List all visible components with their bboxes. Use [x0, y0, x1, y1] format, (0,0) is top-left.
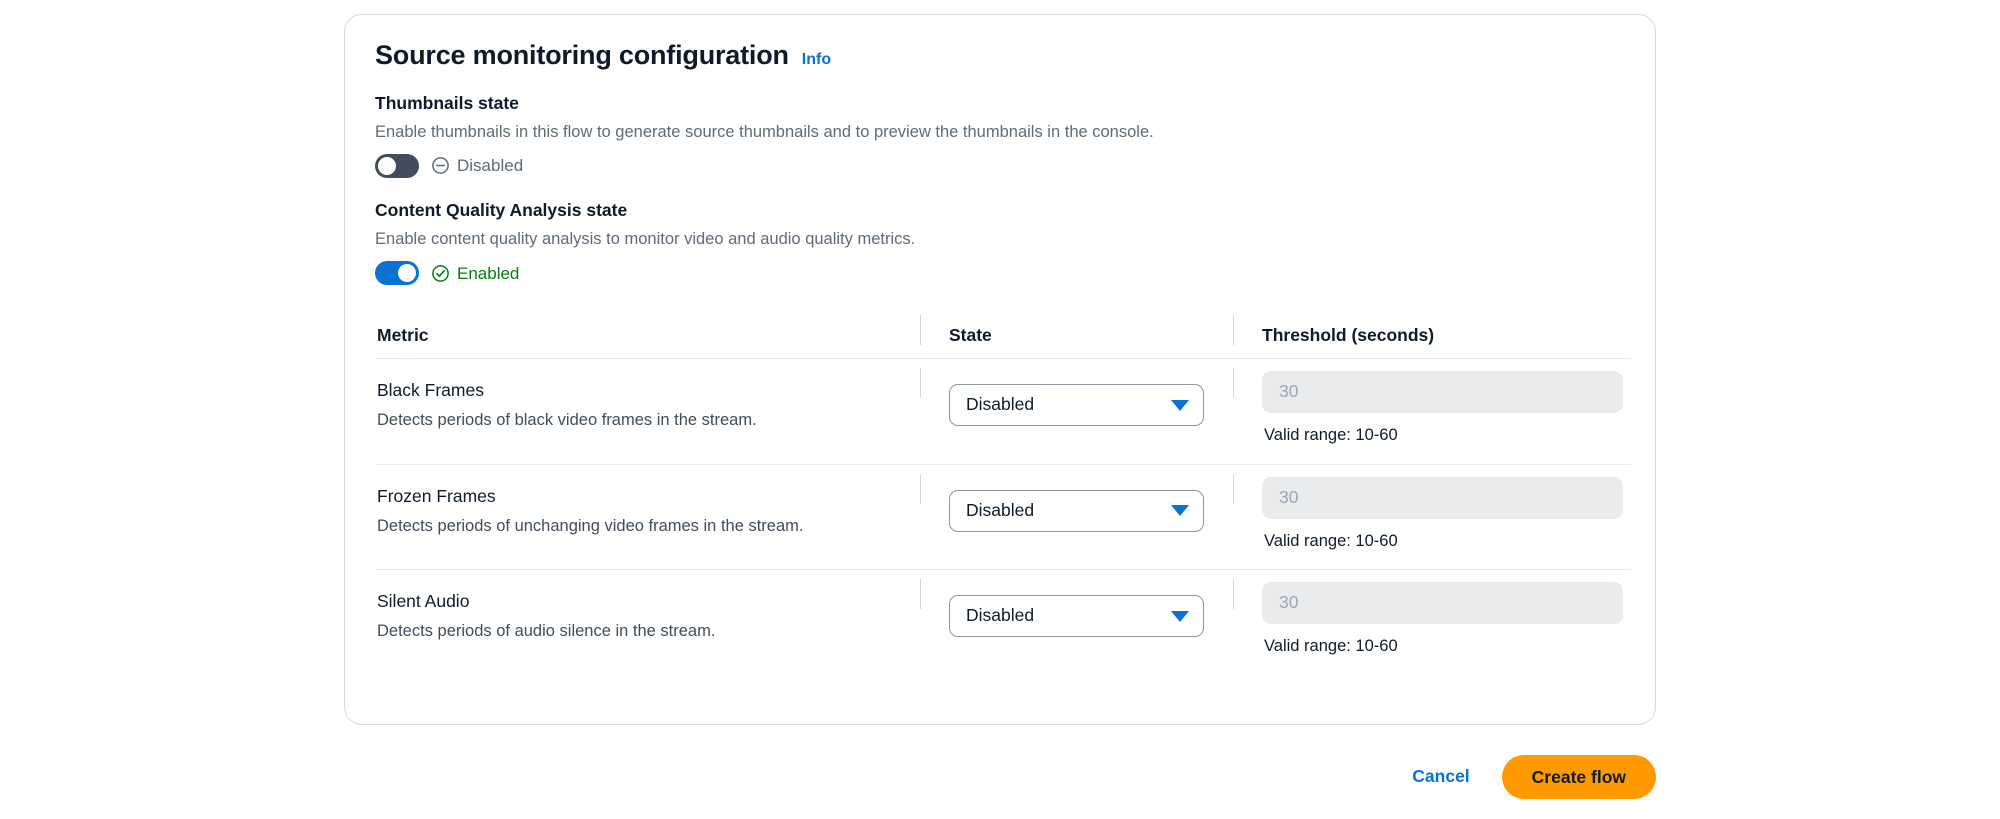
threshold-input-frozen-frames[interactable]: 30: [1262, 476, 1623, 519]
table-row: Black Frames Detects periods of black vi…: [375, 359, 1631, 465]
thumbnails-state-label: Thumbnails state: [375, 92, 519, 113]
metric-cell: Silent Audio Detects periods of audio si…: [375, 591, 920, 642]
thumbnails-state-description: Enable thumbnails in this flow to genera…: [375, 122, 1154, 141]
threshold-placeholder: 30: [1279, 486, 1299, 507]
circle-check-icon: [431, 264, 450, 283]
threshold-cell: 30 Valid range: 10-60: [1233, 368, 1631, 445]
table-row: Silent Audio Detects periods of audio si…: [375, 570, 1631, 675]
metric-name: Frozen Frames: [377, 485, 496, 506]
chevron-down-icon: [1171, 399, 1189, 411]
threshold-hint: Valid range: 10-60: [1264, 426, 1398, 445]
thumbnails-state-group: Thumbnails state Enable thumbnails in th…: [375, 93, 1625, 178]
card-content: Source monitoring configuration Info Thu…: [345, 15, 1655, 675]
column-header-metric: Metric: [377, 325, 429, 346]
content-quality-toggle-switch[interactable]: [375, 261, 419, 286]
state-select-value: Disabled: [966, 605, 1035, 626]
state-select-black-frames[interactable]: Disabled: [949, 384, 1204, 427]
content-quality-state-group: Content Quality Analysis state Enable co…: [375, 199, 1625, 286]
column-header-metric-cell: Metric: [375, 325, 920, 346]
toggle-knob: [378, 156, 396, 175]
column-header-state: State: [949, 325, 992, 346]
thumbnails-status: Disabled: [431, 156, 523, 175]
thumbnails-toggle-row: Disabled: [375, 153, 1625, 178]
state-cell: Disabled: [920, 473, 1233, 532]
content-quality-state-description: Enable content quality analysis to monit…: [375, 229, 916, 248]
threshold-input-black-frames[interactable]: 30: [1262, 371, 1623, 414]
metric-description: Detects periods of audio silence in the …: [377, 622, 716, 641]
threshold-cell: 30 Valid range: 10-60: [1233, 473, 1631, 550]
thumbnails-toggle-switch[interactable]: [375, 153, 419, 178]
cancel-button[interactable]: Cancel: [1402, 760, 1479, 794]
metrics-table: Metric State Threshold (seconds) Black F…: [375, 315, 1631, 675]
state-select-frozen-frames[interactable]: Disabled: [949, 489, 1204, 532]
threshold-input-silent-audio[interactable]: 30: [1262, 582, 1623, 625]
state-select-silent-audio[interactable]: Disabled: [949, 595, 1204, 638]
state-cell: Disabled: [920, 368, 1233, 427]
metric-cell: Frozen Frames Detects periods of unchang…: [375, 486, 920, 537]
metric-cell: Black Frames Detects periods of black vi…: [375, 380, 920, 431]
state-select-value: Disabled: [966, 394, 1035, 415]
threshold-cell: 30 Valid range: 10-60: [1233, 579, 1631, 656]
threshold-hint: Valid range: 10-60: [1264, 531, 1398, 550]
content-quality-status: Enabled: [431, 264, 519, 283]
threshold-placeholder: 30: [1279, 381, 1299, 402]
info-link[interactable]: Info: [802, 51, 831, 69]
create-flow-button[interactable]: Create flow: [1501, 755, 1656, 799]
content-quality-state-label: Content Quality Analysis state: [375, 199, 628, 220]
chevron-down-icon: [1171, 610, 1189, 622]
content-quality-status-text: Enabled: [457, 263, 520, 283]
table-row: Frozen Frames Detects periods of unchang…: [375, 465, 1631, 571]
metric-name: Silent Audio: [377, 591, 470, 612]
metric-description: Detects periods of unchanging video fram…: [377, 516, 804, 535]
column-header-state-cell: State: [920, 315, 1233, 346]
column-header-threshold: Threshold (seconds): [1262, 325, 1435, 346]
metric-description: Detects periods of black video frames in…: [377, 411, 757, 430]
state-select-value: Disabled: [966, 499, 1035, 520]
page-root: Source monitoring configuration Info Thu…: [0, 0, 2000, 819]
toggle-knob: [398, 264, 416, 283]
card-header: Source monitoring configuration Info: [375, 40, 1625, 71]
threshold-placeholder: 30: [1279, 592, 1299, 613]
page-title: Source monitoring configuration: [375, 40, 789, 70]
form-actions: Cancel Create flow: [344, 755, 1656, 799]
threshold-hint: Valid range: 10-60: [1264, 637, 1398, 656]
thumbnails-status-text: Disabled: [457, 156, 524, 176]
column-header-threshold-cell: Threshold (seconds): [1233, 315, 1631, 346]
metric-name: Black Frames: [377, 380, 484, 401]
circle-minus-icon: [431, 156, 450, 175]
source-monitoring-card: Source monitoring configuration Info Thu…: [344, 14, 1656, 725]
chevron-down-icon: [1171, 505, 1189, 517]
metrics-table-header: Metric State Threshold (seconds): [375, 315, 1631, 360]
state-cell: Disabled: [920, 579, 1233, 638]
content-quality-toggle-row: Enabled: [375, 261, 1625, 286]
